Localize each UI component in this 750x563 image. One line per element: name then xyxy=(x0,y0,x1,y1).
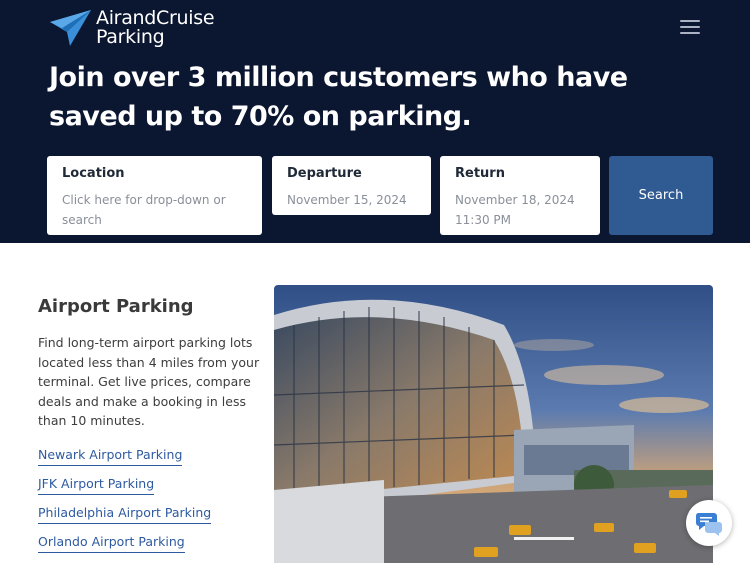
airport-links: Newark Airport Parking JFK Airport Parki… xyxy=(38,446,212,562)
departure-field[interactable]: Departure November 15, 2024 xyxy=(272,156,431,215)
chat-button[interactable] xyxy=(686,500,732,546)
return-field[interactable]: Return November 18, 2024 11:30 PM xyxy=(440,156,600,235)
departure-value: November 15, 2024 xyxy=(287,193,407,207)
airport-parking-title: Airport Parking xyxy=(38,296,194,317)
airport-terminal-photo xyxy=(274,285,713,563)
departure-label: Departure xyxy=(287,166,362,181)
location-label: Location xyxy=(62,166,125,181)
search-button[interactable]: Search xyxy=(609,156,713,235)
brand-name-line2: Parking xyxy=(96,26,165,48)
return-label: Return xyxy=(455,166,505,181)
link-newark-airport-parking[interactable]: Newark Airport Parking xyxy=(38,446,183,466)
link-philadelphia-airport-parking[interactable]: Philadelphia Airport Parking xyxy=(38,504,212,524)
brand-name: AirandCruise Parking xyxy=(96,9,215,48)
hero-headline: Join over 3 million customers who have s… xyxy=(49,62,628,132)
location-field[interactable]: Location Click here for drop-down or sea… xyxy=(47,156,262,235)
hero-header: AirandCruise Parking Join over 3 million… xyxy=(0,0,750,243)
chat-bubbles-icon xyxy=(695,513,722,536)
hamburger-menu-icon[interactable] xyxy=(680,20,700,36)
link-orlando-airport-parking[interactable]: Orlando Airport Parking xyxy=(38,533,185,553)
link-jfk-airport-parking[interactable]: JFK Airport Parking xyxy=(38,475,155,495)
return-value: November 18, 2024 11:30 PM xyxy=(455,193,575,227)
logo[interactable]: AirandCruise Parking xyxy=(48,8,215,48)
location-placeholder: Click here for drop-down or search xyxy=(62,193,226,227)
airport-parking-description: Find long-term airport parking lots loca… xyxy=(38,335,260,428)
paper-plane-icon xyxy=(50,10,91,46)
